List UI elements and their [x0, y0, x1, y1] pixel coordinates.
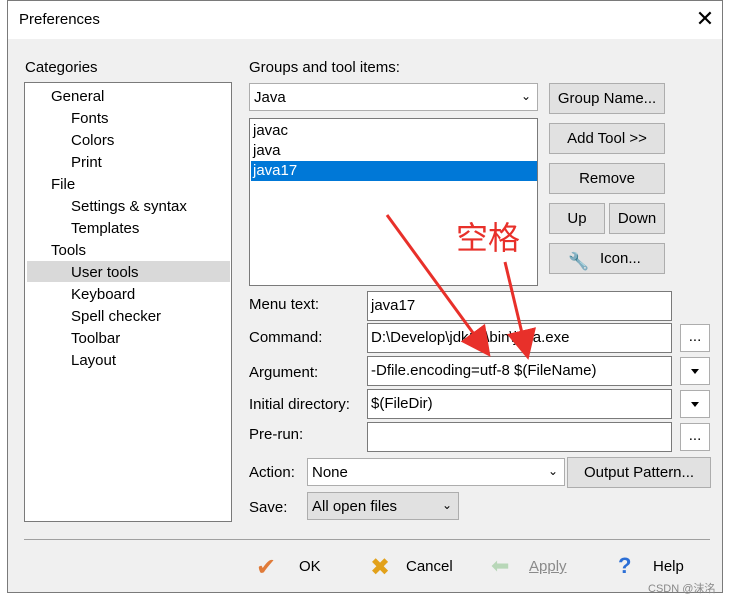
annotation-arrows — [385, 214, 537, 360]
watermark: CSDN @沫洺 — [648, 583, 716, 595]
annotation-arrow-right — [503, 261, 537, 360]
annotation-arrow-left — [385, 214, 491, 357]
